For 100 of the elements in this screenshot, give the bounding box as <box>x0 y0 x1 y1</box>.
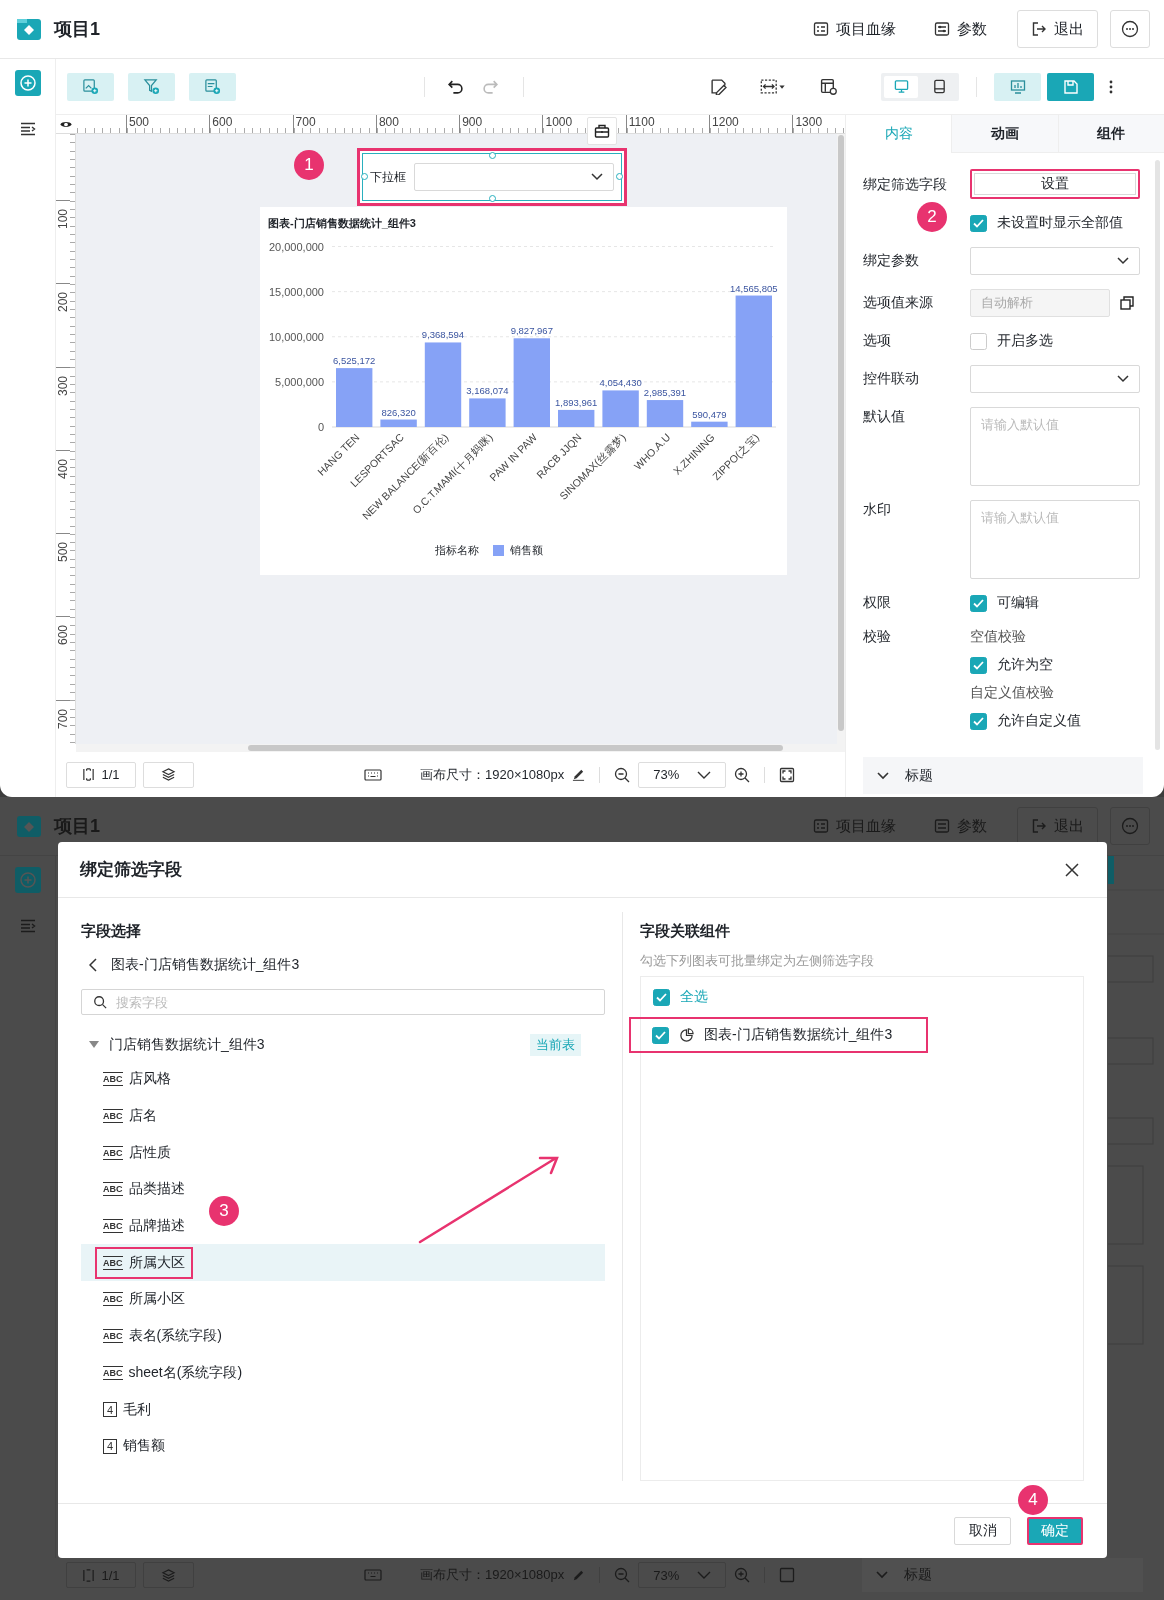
back-link[interactable]: 图表-门店销售数据统计_组件3 <box>111 956 300 974</box>
checkbox[interactable] <box>970 656 987 674</box>
lineage-icon <box>813 21 829 37</box>
axis-label: 10,000,000 <box>268 330 324 343</box>
scrollbar-thumb[interactable] <box>248 745 783 751</box>
add-filter-button[interactable] <box>128 72 175 101</box>
add-component-icon[interactable] <box>14 70 41 96</box>
more-icon[interactable] <box>1108 78 1114 95</box>
field-name: sheet名(系统字段) <box>128 1363 243 1382</box>
scrollbar-thumb[interactable] <box>1155 160 1160 750</box>
text-area[interactable]: 请输入默认值 <box>970 407 1140 486</box>
text-area[interactable]: 请输入默认值 <box>970 500 1140 579</box>
lineage-button[interactable]: 项目血缘 <box>803 10 906 48</box>
save-button[interactable] <box>1047 72 1094 101</box>
preview-button[interactable] <box>994 72 1041 101</box>
canvas-size-label: 画布尺寸：1920×1080px <box>420 765 565 784</box>
field-name: 品类描述 <box>128 1180 185 1199</box>
field-item[interactable]: ABC 店性质 <box>81 1134 187 1172</box>
field-item[interactable]: ABC 所属大区 <box>81 1244 605 1282</box>
add-image-button[interactable] <box>67 72 114 101</box>
field-name: 所属大区 <box>128 1253 185 1272</box>
field-label: 校验 <box>863 628 892 646</box>
component-settings-icon[interactable] <box>820 78 837 95</box>
dropdown-widget[interactable]: 下拉框 <box>357 148 627 206</box>
app-logo-icon <box>16 16 42 42</box>
add-table-button[interactable] <box>189 72 236 101</box>
step-badge: 4 <box>1018 1485 1048 1515</box>
parameters-icon <box>934 818 950 834</box>
value-label: 1,893,961 <box>555 396 598 408</box>
cancel-button[interactable]: 取消 <box>954 1517 1011 1545</box>
checkbox[interactable] <box>653 988 670 1006</box>
redo-icon[interactable] <box>482 78 499 95</box>
layers-icon <box>161 1567 176 1583</box>
dropdown-field[interactable] <box>414 163 614 191</box>
project-title: 项目1 <box>54 18 100 41</box>
checkbox[interactable] <box>970 214 987 232</box>
ruler-label: 600 <box>57 624 69 646</box>
field-item[interactable]: ABC 所属小区 <box>81 1281 201 1318</box>
field-label: 默认值 <box>863 408 906 426</box>
edit-icon[interactable] <box>572 768 586 781</box>
panel-tab[interactable]: 动画 <box>951 115 1058 153</box>
select-field[interactable] <box>970 365 1140 393</box>
field-label: 权限 <box>863 594 892 612</box>
image-add-icon <box>82 78 99 95</box>
zoom-in-icon[interactable] <box>734 766 751 783</box>
ruler-label: 1200 <box>709 115 793 133</box>
outline-icon[interactable] <box>19 122 36 136</box>
field-item[interactable]: ABC 店风格 <box>81 1061 187 1098</box>
close-icon[interactable] <box>1065 862 1079 877</box>
ruler-label: 600 <box>209 115 293 133</box>
checkbox[interactable] <box>970 712 987 730</box>
chart-bar <box>602 390 639 427</box>
field-item[interactable]: 4 销售额 <box>81 1427 181 1465</box>
zoom-select[interactable]: 73% <box>638 761 727 788</box>
lineage-icon <box>813 818 829 834</box>
scrollbar-thumb[interactable] <box>838 135 844 731</box>
fit-screen-icon[interactable] <box>779 766 796 783</box>
parameters-button[interactable]: 参数 <box>924 10 997 48</box>
table-name[interactable]: 门店销售数据统计_组件3 <box>109 1036 265 1054</box>
exit-icon <box>1031 818 1047 834</box>
checkbox[interactable] <box>970 332 987 350</box>
field-name: 店性质 <box>128 1143 171 1162</box>
app-logo-icon <box>16 813 42 839</box>
field-item[interactable]: 4 毛利 <box>81 1391 167 1428</box>
chart-bar <box>336 368 373 427</box>
collapsible-section[interactable]: 标题 <box>863 757 1143 794</box>
field-item[interactable]: ABC 品类描述 <box>81 1171 201 1208</box>
panel-tab[interactable]: 组件 <box>1057 115 1164 153</box>
field-item[interactable]: ABC 品牌描述 <box>81 1207 201 1245</box>
chart-item[interactable]: 图表-门店销售数据统计_组件3 <box>629 1017 928 1053</box>
hint-text: 勾选下列图表可批量绑定为左侧筛选字段 <box>640 952 875 970</box>
pie-chart-icon <box>679 1027 694 1043</box>
brush-icon[interactable] <box>710 78 727 95</box>
chevron-icon <box>1117 257 1129 265</box>
toolbox-button[interactable] <box>587 117 617 145</box>
field-item[interactable]: ABC 店名 <box>81 1097 173 1135</box>
exit-icon <box>1031 21 1047 37</box>
undo-icon[interactable] <box>447 78 464 95</box>
select-field[interactable] <box>970 247 1140 275</box>
copy-icon[interactable] <box>1120 296 1134 310</box>
search-field[interactable]: 搜索字段 <box>81 989 605 1015</box>
axis-label: 20,000,000 <box>268 240 324 253</box>
checkbox[interactable] <box>970 594 987 612</box>
number-field-icon: 4 <box>103 1438 117 1454</box>
exit-button[interactable]: 退出 <box>1017 10 1098 48</box>
settings-button[interactable]: 设置 <box>970 169 1140 199</box>
field-item[interactable]: ABC sheet名(系统字段) <box>81 1354 259 1392</box>
field-label: 绑定参数 <box>863 252 920 270</box>
checkbox[interactable] <box>652 1026 669 1044</box>
caret-icon[interactable] <box>89 1041 99 1049</box>
legend-swatch <box>492 544 504 556</box>
back-icon[interactable] <box>89 958 97 972</box>
keyboard-icon[interactable] <box>364 768 382 781</box>
field-item[interactable]: ABC 表名(系统字段) <box>81 1317 238 1355</box>
section-heading: 字段关联组件 <box>640 921 731 941</box>
page-button[interactable]: 1/1 <box>66 761 136 788</box>
ruler-label: 500 <box>57 541 69 563</box>
chevron-icon <box>697 770 712 779</box>
zoom-out-icon[interactable] <box>614 766 631 783</box>
align-icon[interactable] <box>760 78 786 95</box>
